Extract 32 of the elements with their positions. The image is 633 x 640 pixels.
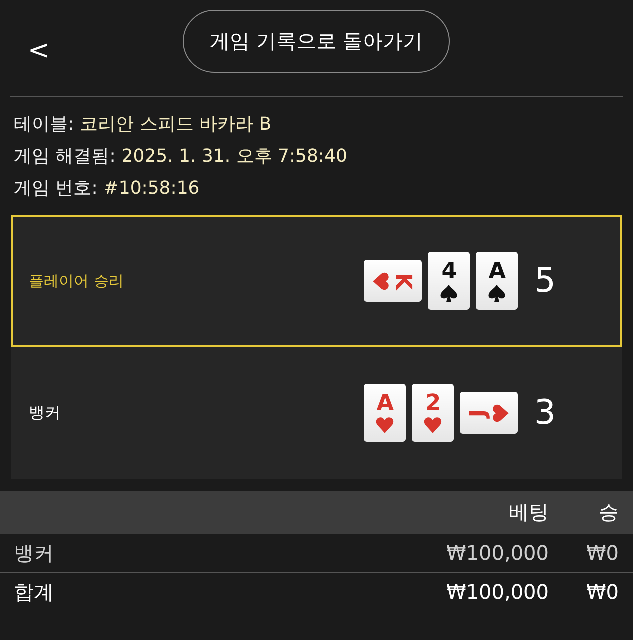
playing-card: A bbox=[476, 252, 518, 310]
playing-card: A bbox=[364, 384, 406, 442]
back-to-history-button[interactable]: 게임 기록으로 돌아가기 bbox=[183, 10, 450, 72]
playing-card: J bbox=[460, 392, 518, 434]
info-value: #10:58:16 bbox=[104, 178, 200, 198]
table-cell-text: ₩0 bbox=[586, 541, 619, 565]
info-label: 게임 번호: bbox=[14, 177, 98, 200]
table-cell-text: 합계 bbox=[14, 578, 55, 606]
hand-score: 3 bbox=[534, 393, 556, 433]
table-cell-text: ₩100,000 bbox=[446, 541, 549, 565]
heart-icon bbox=[375, 416, 396, 434]
column-header: 승 bbox=[598, 499, 619, 526]
table-cell-text: 뱅커 bbox=[14, 540, 55, 566]
back-button[interactable]: < bbox=[24, 36, 54, 66]
table-cell-text: ₩0 bbox=[586, 580, 619, 604]
info-value: 코리안 스피드 바카라 B bbox=[80, 113, 272, 136]
info-label: 테이블: bbox=[14, 113, 74, 136]
heart-icon bbox=[423, 416, 444, 434]
spade-icon bbox=[439, 284, 460, 302]
spade-icon bbox=[487, 284, 508, 302]
heart-icon bbox=[492, 403, 511, 423]
playing-card: 2 bbox=[412, 384, 454, 442]
info-value: 2025. 1. 31. 오후 7:58:40 bbox=[122, 145, 348, 168]
info-label: 게임 해결됨: bbox=[14, 145, 116, 168]
hand-score: 5 bbox=[534, 261, 556, 301]
heart-icon bbox=[372, 271, 391, 291]
column-header: 베팅 bbox=[508, 499, 549, 526]
hand-label: 뱅커 bbox=[29, 402, 61, 424]
playing-card: K bbox=[364, 260, 422, 302]
playing-card: 4 bbox=[428, 252, 470, 310]
hand-label: 플레이어 승리 bbox=[29, 272, 124, 290]
table-cell-text: ₩100,000 bbox=[446, 580, 549, 604]
